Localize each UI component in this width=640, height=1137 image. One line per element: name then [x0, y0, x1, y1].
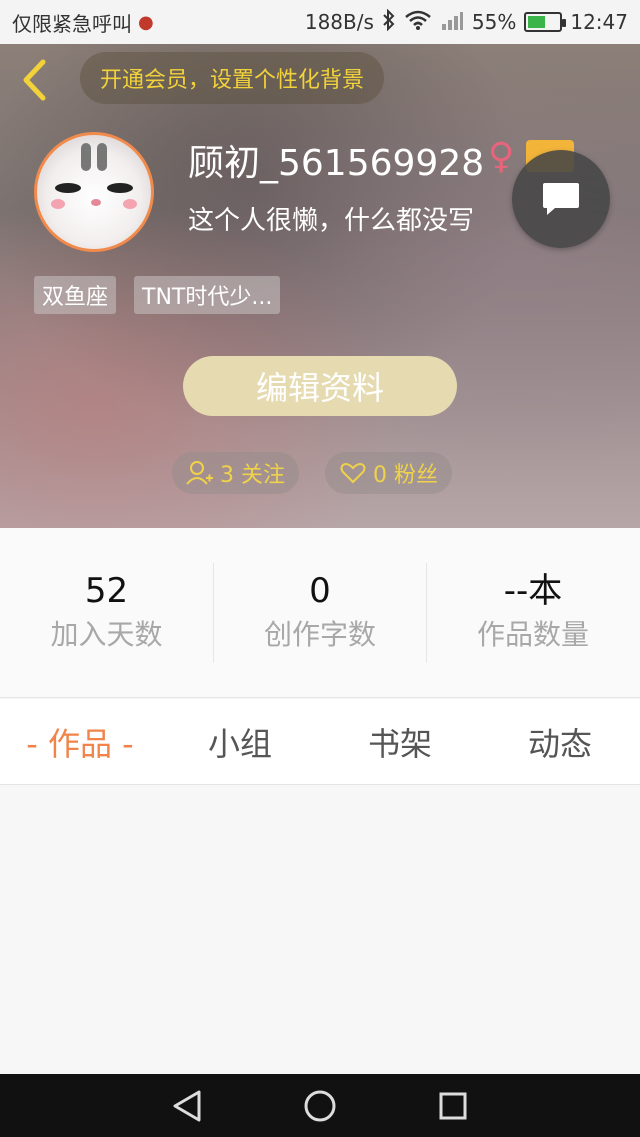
tab-works[interactable]: - 作品 -: [0, 699, 160, 784]
stat-days-joined: 52 加入天数: [0, 563, 213, 663]
chat-button[interactable]: [512, 150, 610, 248]
female-icon: ♀: [488, 136, 515, 177]
wifi-icon: [404, 9, 432, 36]
stat-value: 0: [309, 570, 331, 611]
network-speed: 188B/s: [304, 10, 374, 34]
tab-groups[interactable]: 小组: [160, 699, 320, 784]
triangle-back-icon: [173, 1090, 201, 1121]
clock: 12:47: [570, 10, 628, 34]
bluetooth-icon: [382, 8, 396, 36]
stat-word-count: 0 创作字数: [213, 562, 426, 663]
tab-content-area: [0, 786, 640, 1074]
stat-works-count: --本 作品数量: [426, 562, 639, 663]
tag-list: 双鱼座 TNT时代少...: [34, 276, 281, 314]
nav-home-button[interactable]: [290, 1076, 350, 1136]
carrier-text: 仅限紧急呼叫: [12, 11, 132, 36]
user-add-icon: [186, 461, 213, 485]
followers-button[interactable]: 0 粉丝: [325, 452, 452, 494]
nav-recents-button[interactable]: [423, 1076, 483, 1136]
heart-icon: [340, 463, 366, 484]
profile-header: 开通会员，设置个性化背景 顾初_561569928 ♀ 这个人很懒，什么都没写 …: [0, 44, 640, 528]
stat-value: 52: [84, 570, 129, 611]
tab-activity[interactable]: 动态: [480, 699, 640, 784]
follow-row: 3 关注 0 粉丝: [172, 452, 452, 494]
battery-icon: [524, 12, 567, 32]
vip-banner-button[interactable]: 开通会员，设置个性化背景: [80, 52, 385, 104]
profile-tabs: - 作品 - 小组 书架 动态: [0, 699, 640, 785]
tag-fandom[interactable]: TNT时代少...: [134, 276, 281, 314]
back-button[interactable]: [14, 56, 54, 104]
square-recents-icon: [439, 1092, 467, 1119]
battery-percent: 55%: [471, 10, 517, 34]
stat-label: 作品数量: [476, 617, 589, 651]
tag-zodiac[interactable]: 双鱼座: [34, 276, 117, 314]
system-nav-bar: [0, 1074, 640, 1137]
avatar[interactable]: [34, 132, 154, 252]
followers-label: 0 粉丝: [373, 463, 438, 488]
signal-icon: [440, 9, 464, 36]
notification-icon: ●: [138, 11, 154, 33]
username: 顾初_561569928: [188, 143, 485, 184]
circle-home-icon: [304, 1090, 336, 1121]
chat-bubble-icon: [543, 183, 579, 215]
nav-back-button[interactable]: [157, 1076, 217, 1136]
tab-bookshelf[interactable]: 书架: [320, 699, 480, 784]
stat-value: --本: [503, 570, 563, 611]
stat-label: 加入天数: [50, 617, 163, 651]
bio-text: 这个人很懒，什么都没写: [188, 206, 475, 236]
status-bar: 仅限紧急呼叫 ● 188B/s 55% 12:47: [0, 0, 640, 44]
following-label: 3 关注: [220, 463, 285, 488]
chevron-left-icon: [23, 59, 46, 101]
following-button[interactable]: 3 关注: [172, 452, 299, 494]
stat-label: 创作字数: [263, 617, 376, 651]
edit-profile-button[interactable]: 编辑资料: [183, 356, 457, 416]
stats-bar: 52 加入天数 0 创作字数 --本 作品数量: [0, 528, 640, 698]
